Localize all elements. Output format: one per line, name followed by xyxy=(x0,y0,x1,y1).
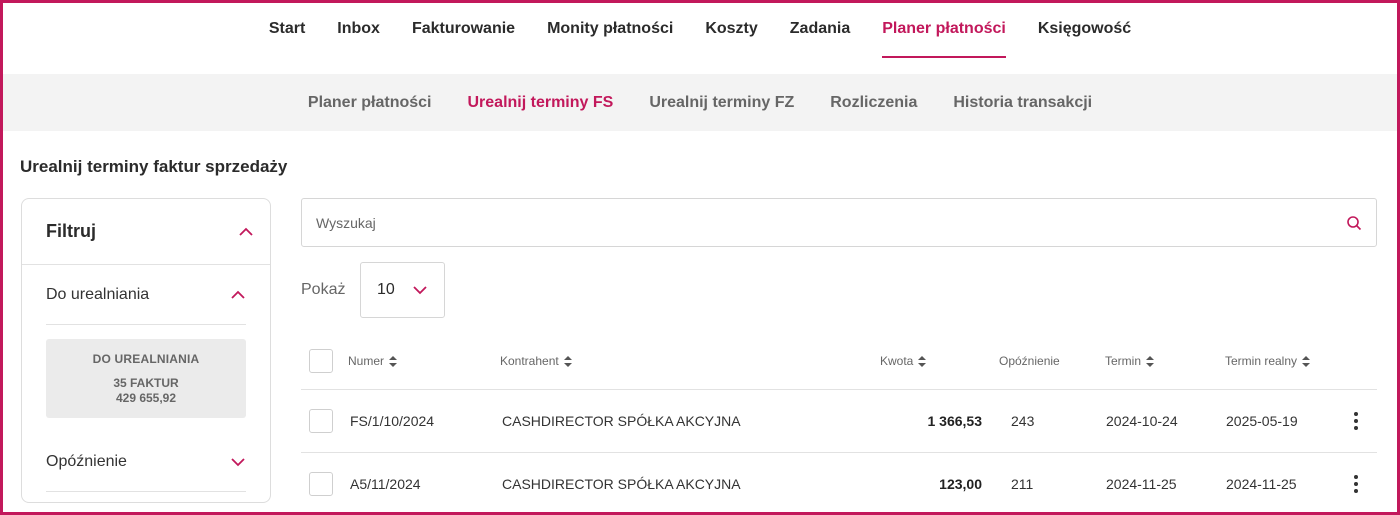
column-header-number[interactable]: Numer xyxy=(348,333,398,389)
filter-section-label: Opóźnienie xyxy=(46,452,127,470)
filter-panel: Filtruj Do urealniania DO UREALNIANIA 35… xyxy=(21,198,271,503)
cell-term: 2024-10-24 xyxy=(1106,413,1178,429)
more-options-icon[interactable] xyxy=(1349,453,1363,515)
search-icon[interactable] xyxy=(1346,215,1362,231)
page-size-select[interactable]: 10 xyxy=(360,262,445,318)
sort-icon xyxy=(1146,355,1155,367)
column-label: Kwota xyxy=(880,354,914,368)
table-row[interactable]: FS/1/10/2024 CASHDIRECTOR SPÓŁKA AKCYJNA… xyxy=(301,390,1377,453)
sort-icon xyxy=(918,355,927,367)
nav-fakturowanie[interactable]: Fakturowanie xyxy=(412,0,515,58)
cell-amount: 1 366,53 xyxy=(927,413,983,429)
subnav-urealnij-fz[interactable]: Urealnij terminy FZ xyxy=(649,94,794,112)
row-select-cell xyxy=(309,390,333,452)
cell-term: 2024-11-25 xyxy=(1106,476,1177,492)
column-header-amount[interactable]: Kwota xyxy=(880,333,927,389)
nav-planer-platnosci[interactable]: Planer płatności xyxy=(882,0,1006,58)
chevron-up-icon[interactable] xyxy=(230,287,246,303)
nav-monity-platnosci[interactable]: Monity płatności xyxy=(547,0,673,58)
sort-icon xyxy=(389,355,398,367)
column-label: Numer xyxy=(348,354,385,368)
summary-amount: 429 655,92 xyxy=(115,391,177,405)
column-header-delay: Opóźnienie xyxy=(999,333,1060,389)
search-bar xyxy=(301,198,1377,247)
top-navigation: Start Inbox Fakturowanie Monity płatnośc… xyxy=(0,0,1400,74)
row-checkbox[interactable] xyxy=(309,472,333,496)
nav-inbox[interactable]: Inbox xyxy=(337,0,380,58)
search-input[interactable] xyxy=(316,214,1346,231)
nav-start[interactable]: Start xyxy=(269,0,305,58)
nav-koszty[interactable]: Koszty xyxy=(705,0,757,58)
row-select-cell xyxy=(309,453,333,515)
row-checkbox[interactable] xyxy=(309,409,333,433)
subnav-planer-platnosci[interactable]: Planer płatności xyxy=(308,94,432,112)
cell-delay: 243 xyxy=(1011,413,1035,429)
summary-box[interactable]: DO UREALNIANIA 35 FAKTUR 429 655,92 xyxy=(46,339,246,418)
page-title: Urealnij terminy faktur sprzedaży xyxy=(20,157,288,176)
cell-delay: 211 xyxy=(1011,476,1034,492)
column-header-contractor[interactable]: Kontrahent xyxy=(500,333,572,389)
filter-title: Filtruj xyxy=(46,221,96,241)
sort-icon xyxy=(563,355,572,367)
chevron-up-icon[interactable] xyxy=(238,224,254,240)
cell-number: FS/1/10/2024 xyxy=(350,413,435,429)
table-header-row: Numer Kontrahent Kwota Opóźnienie Termin… xyxy=(301,333,1377,390)
column-label: Kontrahent xyxy=(500,354,559,368)
sort-icon xyxy=(1302,355,1311,367)
cell-contractor: CASHDIRECTOR SPÓŁKA AKCYJNA xyxy=(502,413,741,429)
invoice-table: Numer Kontrahent Kwota Opóźnienie Termin… xyxy=(301,333,1377,515)
subnav-historia-transakcji[interactable]: Historia transakcji xyxy=(953,94,1092,112)
column-label: Termin realny xyxy=(1225,354,1298,368)
nav-zadania[interactable]: Zadania xyxy=(790,0,850,58)
summary-count: 35 FAKTUR xyxy=(113,376,179,390)
column-label: Opóźnienie xyxy=(999,354,1060,368)
column-label: Termin xyxy=(1105,354,1142,368)
chevron-down-icon[interactable] xyxy=(230,454,246,470)
cell-number: A5/11/2024 xyxy=(350,476,421,492)
page-size-value: 10 xyxy=(377,281,395,298)
subnav-urealnij-fs[interactable]: Urealnij terminy FS xyxy=(467,94,613,112)
more-options-icon[interactable] xyxy=(1349,390,1363,452)
subnav-rozliczenia[interactable]: Rozliczenia xyxy=(830,94,917,112)
cell-amount: 123,00 xyxy=(939,476,982,492)
filter-section-do-urealniania[interactable]: Do urealniania xyxy=(46,265,246,325)
select-all-cell xyxy=(309,333,333,389)
table-row[interactable]: A5/11/2024 CASHDIRECTOR SPÓŁKA AKCYJNA 1… xyxy=(301,453,1377,515)
cell-real-term: 2025-05-19 xyxy=(1226,413,1298,429)
filter-section-opoznienie[interactable]: Opóźnienie xyxy=(46,432,246,492)
cell-real-term: 2024-11-25 xyxy=(1226,476,1297,492)
filter-header[interactable]: Filtruj xyxy=(22,199,270,265)
chevron-down-icon xyxy=(413,286,427,295)
column-header-real-term[interactable]: Termin realny xyxy=(1225,333,1311,389)
summary-title: DO UREALNIANIA xyxy=(92,352,200,366)
select-all-checkbox[interactable] xyxy=(309,349,333,373)
filter-section-label: Do urealniania xyxy=(46,285,150,303)
page-size-label: Pokaż xyxy=(301,281,346,298)
cell-contractor: CASHDIRECTOR SPÓŁKA AKCYJNA xyxy=(502,476,741,492)
column-header-term[interactable]: Termin xyxy=(1105,333,1155,389)
sub-navigation: Planer płatności Urealnij terminy FS Ure… xyxy=(3,74,1397,131)
nav-ksiegowosc[interactable]: Księgowość xyxy=(1038,0,1131,58)
